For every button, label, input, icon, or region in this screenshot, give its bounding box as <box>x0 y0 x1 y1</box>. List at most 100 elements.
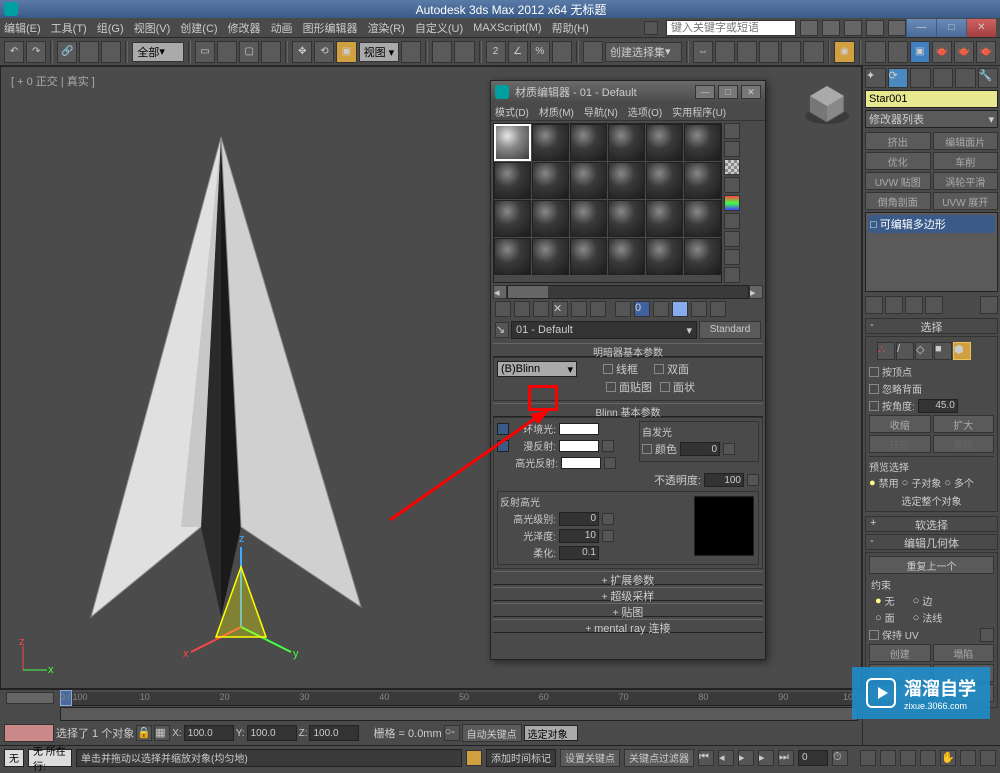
backlight-icon[interactable] <box>724 141 740 157</box>
menu-customize[interactable]: 自定义(U) <box>415 20 463 36</box>
select-rotate-button[interactable]: ⟲ <box>314 41 334 63</box>
vertex-mode-icon[interactable]: ∴ <box>877 342 895 360</box>
mat-slot[interactable] <box>684 124 721 161</box>
make-unique-icon[interactable] <box>590 301 606 317</box>
make-unique-stack-icon[interactable] <box>905 296 923 314</box>
pick-material-icon[interactable]: ↘ <box>495 322 509 338</box>
mat-slot[interactable] <box>532 162 569 199</box>
mat-slot[interactable] <box>532 238 569 275</box>
menu-render[interactable]: 渲染(R) <box>368 20 405 36</box>
render-setup-button[interactable] <box>865 41 885 63</box>
exchange-icon[interactable] <box>844 20 862 36</box>
render-last-button[interactable]: 🫖 <box>976 41 996 63</box>
preserve-uv-checkbox[interactable] <box>869 630 879 640</box>
object-name-field[interactable] <box>865 90 998 108</box>
edge-mode-icon[interactable]: / <box>896 342 914 360</box>
render-iterative-button[interactable]: 🫖 <box>954 41 974 63</box>
subscription-icon[interactable] <box>822 20 840 36</box>
use-pivot-center-button[interactable] <box>401 41 421 63</box>
prev-frame-icon[interactable]: ◂ <box>718 750 734 766</box>
diffuse-map-button[interactable] <box>602 440 614 452</box>
mat-menu-material[interactable]: 材质(M) <box>539 104 574 119</box>
ss-rollout-header[interactable]: + 超级采样 <box>493 587 763 601</box>
menu-tools[interactable]: 工具(T) <box>51 20 87 36</box>
go-parent-icon[interactable] <box>691 301 707 317</box>
mat-id-channel-icon[interactable]: 0 <box>634 301 650 317</box>
mr-rollout-header[interactable]: + mental ray 连接 <box>493 619 763 633</box>
mat-slot[interactable] <box>570 200 607 237</box>
wire-checkbox[interactable] <box>603 364 613 374</box>
curve-editor-button[interactable] <box>781 41 801 63</box>
viewcube-icon[interactable] <box>802 78 852 128</box>
window-crossing-button[interactable] <box>261 41 281 63</box>
show-end-result-icon[interactable] <box>885 296 903 314</box>
menu-animation[interactable]: 动画 <box>271 20 293 36</box>
preview-off-radio[interactable]: 禁用 <box>879 475 899 490</box>
favorite-icon[interactable] <box>866 20 884 36</box>
reset-map-icon[interactable]: ✕ <box>552 301 568 317</box>
gloss-map-button[interactable] <box>602 530 614 542</box>
soft-selection-rollout-header[interactable]: 软选择 <box>865 516 998 532</box>
ring-button[interactable]: 环形 <box>869 435 931 453</box>
nav-zoom-all-icon[interactable] <box>880 750 896 766</box>
show-map-icon[interactable] <box>653 301 669 317</box>
mat-slot[interactable] <box>570 238 607 275</box>
get-material-icon[interactable] <box>495 301 511 317</box>
spinner-snap-button[interactable] <box>552 41 572 63</box>
quick-btn-uvwmap[interactable]: UVW 贴图 <box>865 172 931 190</box>
key-filters-button[interactable]: 关键点过滤器 <box>624 749 694 767</box>
key-filter-target[interactable]: 选定对象 <box>524 725 578 741</box>
rendered-frame-button[interactable] <box>888 41 908 63</box>
x-field[interactable]: 100.0 <box>184 725 234 741</box>
shader-type-dropdown[interactable]: (B)Blinn▾ <box>497 361 577 377</box>
menu-views[interactable]: 视图(V) <box>134 20 171 36</box>
motion-tab-icon[interactable] <box>933 68 954 88</box>
hierarchy-tab-icon[interactable] <box>910 68 931 88</box>
specular-swatch[interactable] <box>561 457 601 469</box>
mat-maximize-button[interactable]: □ <box>718 85 738 99</box>
nav-fov-icon[interactable] <box>920 750 936 766</box>
stack-item-editable-poly[interactable]: □ 可编辑多边形 <box>868 215 995 233</box>
sample-type-icon[interactable] <box>724 123 740 139</box>
unlink-button[interactable] <box>79 41 99 63</box>
quick-btn-turbosmooth[interactable]: 涡轮平滑 <box>933 172 999 190</box>
shader-params-rollout-header[interactable]: 明暗器基本参数 <box>493 343 763 357</box>
quick-btn-editpatch[interactable]: 编辑面片 <box>933 132 999 150</box>
mirror-button[interactable]: ⇔ <box>693 41 713 63</box>
nav-maximize-icon[interactable] <box>980 750 996 766</box>
mat-slot[interactable] <box>684 162 721 199</box>
menu-modifiers[interactable]: 修改器 <box>228 20 261 36</box>
quick-btn-optimize[interactable]: 优化 <box>865 152 931 170</box>
named-sel-set-dropdown[interactable]: 创建选择集 ▾ <box>605 42 682 62</box>
repeat-last-button[interactable]: 重复上一个 <box>869 556 994 574</box>
maxscript-listener-field[interactable] <box>4 724 54 742</box>
create-button[interactable]: 创建 <box>869 644 931 662</box>
opacity-map-button[interactable] <box>747 474 759 486</box>
window-minimize-button[interactable]: — <box>906 19 936 37</box>
quick-left-icon[interactable] <box>644 21 658 35</box>
material-name-dropdown[interactable]: 01 - Default▾ <box>511 321 697 339</box>
select-region-button[interactable]: ▢ <box>239 41 259 63</box>
material-type-button[interactable]: Standard <box>699 321 761 339</box>
put-to-library-icon[interactable] <box>615 301 631 317</box>
select-move-button[interactable]: ✥ <box>292 41 312 63</box>
menu-group[interactable]: 组(G) <box>97 20 124 36</box>
mat-slot[interactable] <box>494 200 531 237</box>
create-tab-icon[interactable]: ✦ <box>865 68 886 88</box>
snap-percent-button[interactable]: % <box>530 41 550 63</box>
goto-end-icon[interactable]: ⏭ <box>778 750 794 766</box>
mat-slot[interactable] <box>494 238 531 275</box>
specular-map-button[interactable] <box>604 457 616 469</box>
loop-button[interactable]: 循环 <box>933 435 995 453</box>
modify-tab-icon[interactable]: ⟳ <box>888 68 909 88</box>
mat-slot[interactable] <box>684 200 721 237</box>
ext-rollout-header[interactable]: + 扩展参数 <box>493 571 763 585</box>
faceted-checkbox[interactable] <box>660 382 670 392</box>
time-slider-handle[interactable] <box>6 692 54 704</box>
video-check-icon[interactable] <box>724 195 740 211</box>
select-by-mat-icon[interactable] <box>724 249 740 265</box>
speclevel-spinner[interactable]: 0 <box>559 512 599 526</box>
quick-btn-extrude[interactable]: 挤出 <box>865 132 931 150</box>
border-mode-icon[interactable]: ◇ <box>915 342 933 360</box>
remove-modifier-icon[interactable] <box>925 296 943 314</box>
